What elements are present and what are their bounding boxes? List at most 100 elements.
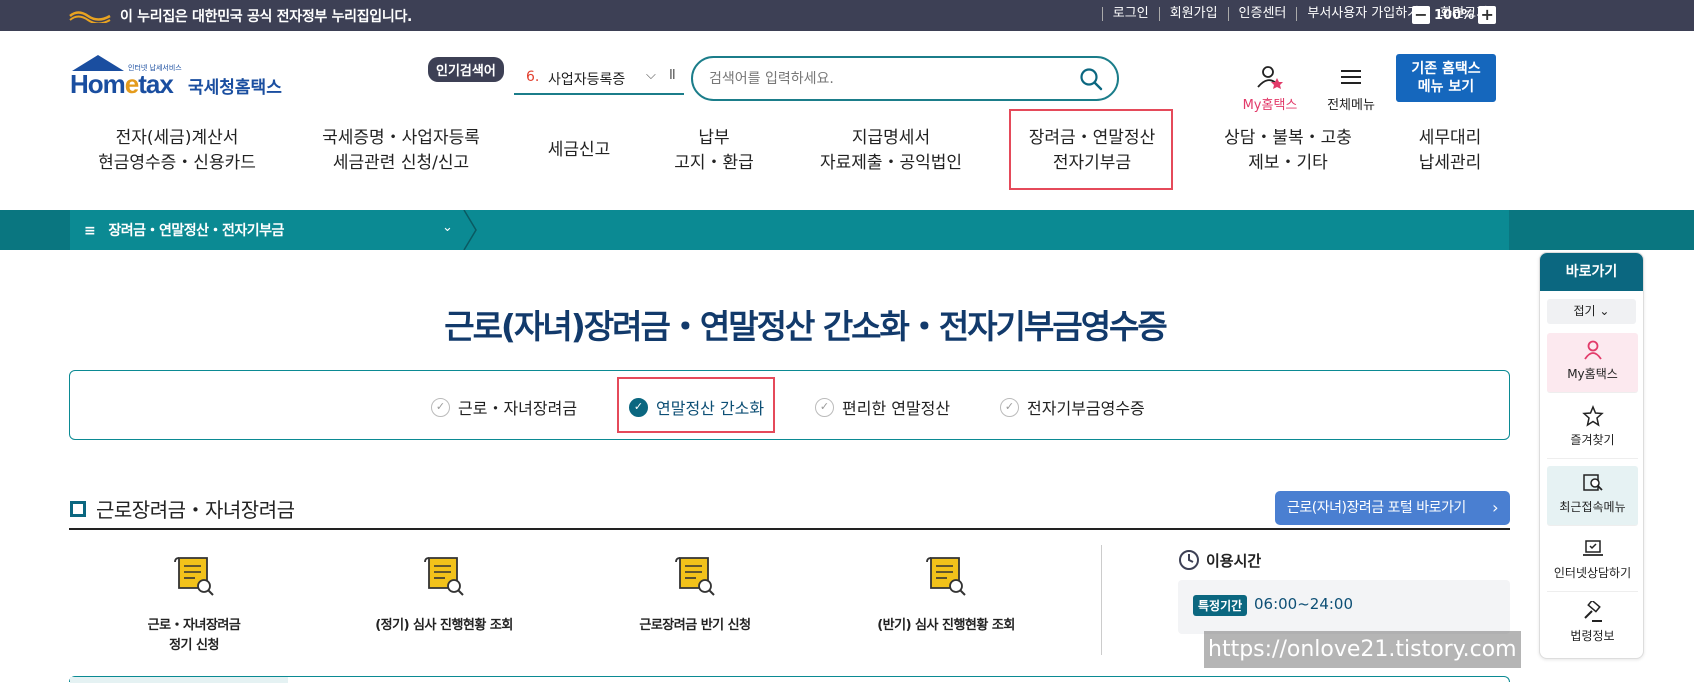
my-hometax-button[interactable]: My홈택스 [1236,64,1304,113]
zoom-control: − 100% + [1412,6,1497,24]
dept-user-link[interactable]: 부서사용자 가입하기 [1296,7,1429,21]
breadcrumb-menu[interactable]: ≡ 장려금・연말정산・전자기부금 [84,220,284,240]
gavel-icon [1583,601,1602,622]
service-label: (정기) 심사 진행현황 조회 [375,618,513,633]
breadcrumb: ≡ 장려금・연말정산・전자기부금 ⌄ [0,210,1694,250]
search-box [691,56,1119,101]
quick-favorites[interactable]: 즐겨찾기 [1547,399,1638,459]
fold-button[interactable]: 접기 ⌄ [1547,299,1636,324]
signup-link[interactable]: 회원가입 [1158,7,1228,21]
quick-links-panel: 바로가기 접기 ⌄ My홈택스 즐겨찾기 최근접속메뉴 인터넷상담하기 법령정보 [1539,252,1644,659]
next-section-tabs [69,676,1510,683]
tab-label: 근로・자녀장려금 [458,399,578,418]
all-menu-button[interactable]: 전체메뉴 [1318,64,1384,113]
quick-label: My홈택스 [1567,367,1618,381]
recent-search-icon [1582,474,1603,491]
nav-highlight-box [1009,109,1173,190]
tab-bar: ✓ 근로・자녀장려금 ✓ 연말정산 간소화 ✓ 편리한 연말정산 ✓ 전자기부금… [69,370,1510,440]
quick-recent-menu[interactable]: 최근접속메뉴 [1547,466,1638,526]
tab-highlight-box [617,377,775,433]
chevron-down-icon[interactable]: ⌵ [646,68,656,83]
service-regular-apply[interactable]: 근로・자녀장려금 정기 신청 [104,554,284,656]
service-label: 근로・자녀장려금 [147,618,241,633]
zoom-in-button[interactable]: + [1478,6,1497,24]
popular-search-label: 인기검색어 [428,57,504,82]
service-label: (반기) 심사 진행현황 조회 [877,618,1015,633]
gov-banner: 이 누리집은 대한민국 공식 전자정부 누리집입니다. 로그인 회원가입 인증센… [0,0,1694,31]
user-icon [1257,66,1283,89]
document-search-icon [424,557,464,596]
service-label: 근로장려금 반기 신청 [639,618,751,633]
page-title: 근로(자녀)장려금・연말정산 간소화・전자기부금영수증 [444,307,1168,346]
all-menu-label: 전체메뉴 [1327,98,1375,113]
star-icon [1581,405,1604,427]
usage-time-header: 이용시간 [1178,549,1261,571]
quick-label: 최근접속메뉴 [1559,500,1626,514]
breadcrumb-separator-icon [463,210,477,250]
nav-item-consult[interactable]: 상담・불복・고충 제보・기타 [1208,126,1368,176]
usage-title: 이용시간 [1206,551,1262,570]
service-half-status[interactable]: (반기) 심사 진행현황 조회 [856,554,1036,636]
classic-menu-line2: 메뉴 보기 [1417,79,1475,95]
service-label-line2: 정기 신청 [169,638,219,653]
usage-hours: 06:00~24:00 [1254,595,1354,613]
nav-item-tax-return[interactable]: 세금신고 [534,138,624,163]
menu-lines-icon: ≡ [84,223,96,239]
popular-keyword-ticker[interactable]: 6. 사업자등록증 ⌵ II [514,64,684,95]
pause-icon[interactable]: II [669,68,676,83]
section-header: 근로장려금・자녀장려금 [70,494,295,523]
classic-menu-button[interactable]: 기존 홈택스 메뉴 보기 [1396,54,1496,102]
watermark-text: https://onlove21.tistory.com [1204,631,1521,668]
nav-item-statement[interactable]: 지급명세서 자료제출・공익법인 [806,126,976,176]
popular-rank: 6. [526,69,540,85]
portal-link-button[interactable]: 근로(자녀)장려금 포털 바로가기 › [1275,491,1510,525]
quick-online-consult[interactable]: 인터넷상담하기 [1547,532,1638,592]
laptop-check-icon [1582,540,1603,556]
tab-convenient-yearend[interactable]: ✓ 편리한 연말정산 [815,395,950,419]
tab-incentive[interactable]: ✓ 근로・자녀장려금 [431,395,577,419]
nav-item-payment[interactable]: 납부 고지・환급 [664,126,764,176]
login-link[interactable]: 로그인 [1101,7,1159,21]
usage-time-box: 특정기간 06:00~24:00 [1178,580,1510,634]
chevron-right-icon: › [1492,498,1498,517]
quick-law-info[interactable]: 법령정보 [1547,595,1638,655]
nav-item-certificate[interactable]: 국세증명・사업자등록 세금관련 신청/신고 [316,126,486,176]
bar-right-shade [1509,210,1694,250]
document-search-icon [174,557,214,596]
service-half-apply[interactable]: 근로장려금 반기 신청 [605,554,785,636]
user-icon [1583,340,1602,360]
nav-item-tax-agent[interactable]: 세무대리 납세관리 [1400,126,1500,176]
service-regular-status[interactable]: (정기) 심사 진행현황 조회 [354,554,534,636]
check-circle-icon: ✓ [1000,397,1019,417]
brand-en: Hometax [70,69,174,99]
portal-link-label: 근로(자녀)장려금 포털 바로가기 [1287,500,1466,516]
my-hometax-label: My홈택스 [1242,98,1298,113]
document-search-icon [675,557,715,596]
brand-kr: 국세청홈택스 [188,78,282,98]
tab-donation-receipt[interactable]: ✓ 전자기부금영수증 [1000,395,1145,419]
tab-label: 전자기부금영수증 [1027,399,1145,418]
hamburger-icon [1341,70,1361,84]
gov-banner-text: 이 누리집은 대한민국 공식 전자정부 누리집입니다. [120,9,413,25]
bar-left-shade [0,210,70,250]
search-input[interactable] [709,68,1049,90]
next-tab-fill [70,677,288,683]
quick-label: 즐겨찾기 [1570,433,1615,447]
chevron-down-icon[interactable]: ⌄ [442,220,453,235]
clock-icon [1179,550,1199,570]
period-badge: 특정기간 [1193,595,1248,616]
quick-title: 바로가기 [1540,253,1643,291]
search-icon[interactable] [1079,67,1103,91]
check-circle-icon: ✓ [431,397,450,417]
zoom-out-button[interactable]: − [1412,6,1430,24]
quick-my-hometax[interactable]: My홈택스 [1547,333,1638,393]
popular-keyword[interactable]: 사업자등록증 [548,69,625,89]
hometax-logo[interactable]: 인터넷 납세서비스 Hometax 국세청홈택스 [70,55,290,105]
tab-label: 편리한 연말정산 [842,399,951,418]
nav-item-einvoice[interactable]: 전자(세금)계산서 현금영수증・신용카드 [92,126,262,176]
check-circle-icon: ✓ [815,397,834,417]
cert-center-link[interactable]: 인증센터 [1227,7,1297,21]
gov-logo-icon [69,11,111,23]
zoom-level: 100% [1434,7,1475,23]
breadcrumb-label: 장려금・연말정산・전자기부금 [108,223,284,239]
